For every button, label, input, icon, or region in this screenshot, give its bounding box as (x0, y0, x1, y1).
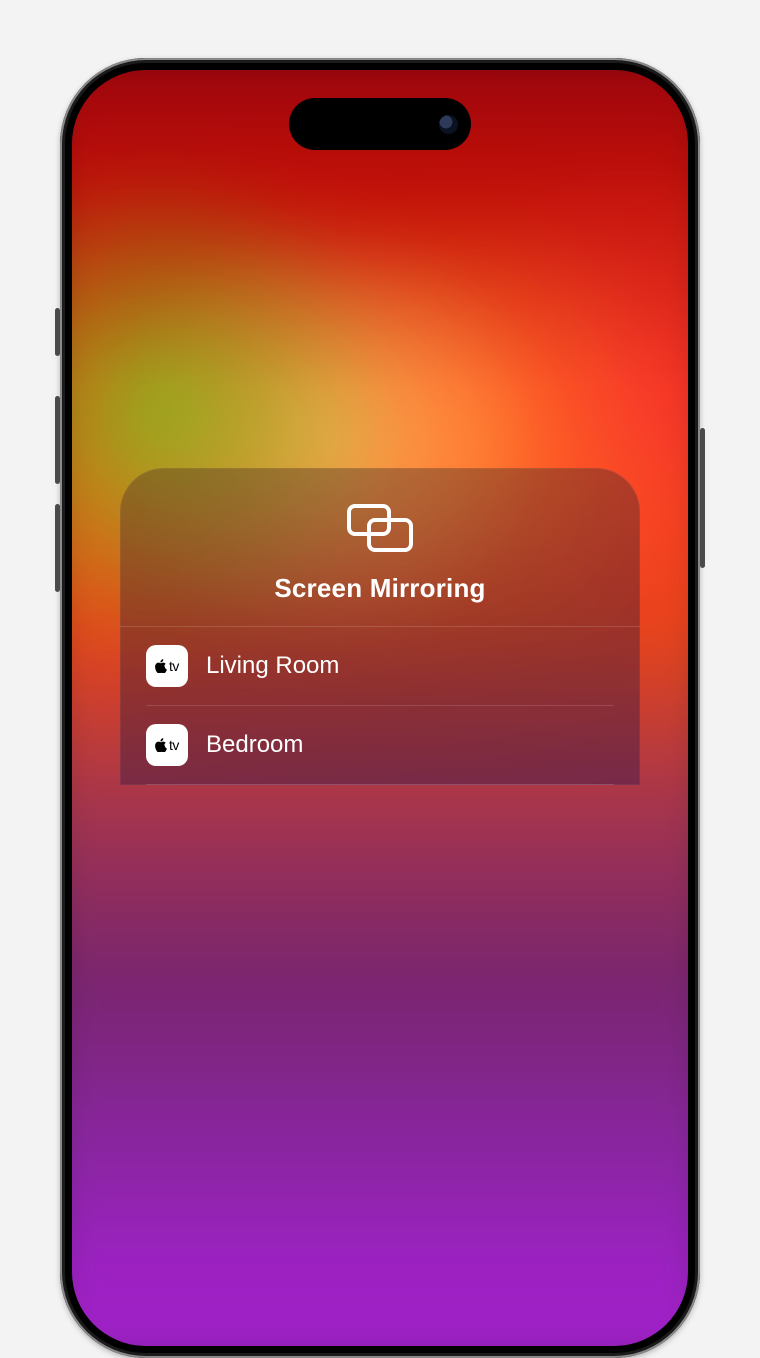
apple-tv-icon: tv (146, 645, 188, 687)
phone-frame: Screen Mirroring tv Living Room (60, 58, 700, 1358)
sheet-title: Screen Mirroring (120, 573, 640, 604)
apple-tv-icon: tv (146, 724, 188, 766)
device-label: Living Room (206, 652, 339, 680)
front-camera (438, 114, 459, 135)
dynamic-island (289, 98, 471, 150)
divider (146, 784, 614, 785)
device-row-bedroom[interactable]: tv Bedroom (120, 706, 640, 784)
screen-mirroring-sheet: Screen Mirroring tv Living Room (120, 468, 640, 785)
mute-switch[interactable] (55, 308, 60, 356)
phone-screen: Screen Mirroring tv Living Room (72, 70, 688, 1346)
volume-up-button[interactable] (55, 396, 60, 484)
side-button[interactable] (700, 428, 705, 568)
sheet-header: Screen Mirroring (120, 468, 640, 626)
device-label: Bedroom (206, 731, 303, 759)
volume-down-button[interactable] (55, 504, 60, 592)
screen-mirroring-icon (345, 502, 415, 559)
device-row-living-room[interactable]: tv Living Room (120, 627, 640, 705)
